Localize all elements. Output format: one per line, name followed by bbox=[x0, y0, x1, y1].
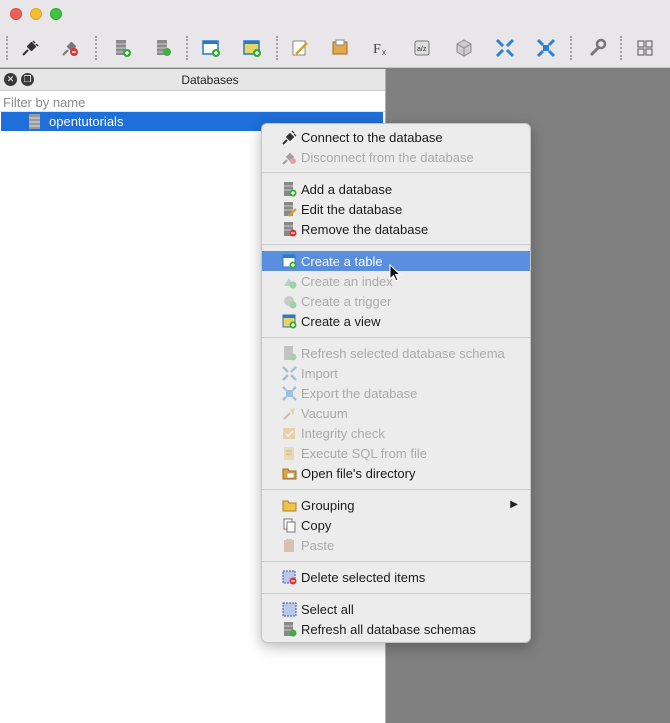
maximize-window-button[interactable] bbox=[50, 8, 62, 20]
menu-item-open-directory[interactable]: Open file's directory bbox=[262, 463, 530, 483]
close-window-button[interactable] bbox=[10, 8, 22, 20]
refresh-all-schemas-icon bbox=[284, 622, 297, 637]
menu-item-delete-selected[interactable]: Delete selected items bbox=[262, 567, 530, 587]
menu-item-add-database[interactable]: Add a database bbox=[262, 179, 530, 199]
edit-icon[interactable] bbox=[290, 38, 310, 58]
paste-icon bbox=[284, 539, 294, 552]
import-icon bbox=[282, 366, 297, 381]
mouse-cursor-icon bbox=[389, 264, 401, 282]
svg-text:a/z: a/z bbox=[417, 46, 427, 53]
filter-input[interactable]: Filter by name bbox=[0, 92, 385, 112]
add-view-icon[interactable] bbox=[242, 38, 262, 58]
collation-icon[interactable]: a/z bbox=[412, 38, 432, 58]
toolbar-separator bbox=[186, 36, 188, 60]
menu-item-integrity-check[interactable]: Integrity check bbox=[262, 423, 530, 443]
menu-item-create-trigger[interactable]: Create a trigger bbox=[262, 291, 530, 311]
import-arrows-icon[interactable] bbox=[495, 38, 515, 58]
copy-icon bbox=[283, 518, 296, 533]
menu-item-select-all[interactable]: Select all bbox=[262, 599, 530, 619]
menu-item-remove-database[interactable]: Remove the database bbox=[262, 219, 530, 239]
toolbar-separator bbox=[570, 36, 572, 60]
database-icon bbox=[29, 114, 40, 129]
menu-item-edit-database[interactable]: Edit the database bbox=[262, 199, 530, 219]
menu-item-vacuum[interactable]: Vacuum bbox=[262, 403, 530, 423]
menu-item-import[interactable]: Import bbox=[262, 363, 530, 383]
export-icon[interactable] bbox=[330, 38, 350, 58]
menu-item-refresh-schema[interactable]: Refresh selected database schema bbox=[262, 343, 530, 363]
create-view-icon bbox=[282, 314, 297, 329]
extension-cube-icon[interactable] bbox=[454, 38, 474, 58]
minimize-window-button[interactable] bbox=[30, 8, 42, 20]
delete-selection-icon bbox=[282, 570, 297, 585]
toolbar-separator bbox=[6, 36, 8, 60]
create-index-icon bbox=[284, 278, 297, 289]
export-icon bbox=[282, 386, 297, 401]
toolbar-separator bbox=[276, 36, 278, 60]
menu-item-connect[interactable]: Connect to the database bbox=[262, 127, 530, 147]
toolbar-separator bbox=[95, 36, 97, 60]
execute-sql-icon bbox=[284, 447, 294, 460]
menu-separator bbox=[262, 561, 530, 562]
context-menu: Connect to the database Disconnect from … bbox=[261, 123, 531, 643]
plug-icon bbox=[282, 130, 297, 145]
menu-item-export[interactable]: Export the database bbox=[262, 383, 530, 403]
toolbar-separator bbox=[620, 36, 622, 60]
unplug-icon bbox=[282, 152, 296, 165]
app-window: Fx a/z ✕ ❐ Databases Filter by name open… bbox=[0, 0, 670, 723]
menu-separator bbox=[262, 593, 530, 594]
menu-separator bbox=[262, 172, 530, 173]
menu-item-grouping[interactable]: Grouping ▶ bbox=[262, 495, 530, 515]
database-name: opentutorials bbox=[49, 114, 124, 129]
menu-separator bbox=[262, 244, 530, 245]
wrench-icon[interactable] bbox=[587, 38, 607, 58]
menu-item-refresh-all[interactable]: Refresh all database schemas bbox=[262, 619, 530, 639]
folder-open-icon bbox=[282, 468, 297, 480]
vacuum-broom-icon bbox=[283, 408, 295, 420]
disconnect-plug-icon[interactable] bbox=[60, 38, 80, 58]
toolbar: Fx a/z bbox=[0, 28, 670, 68]
folder-icon bbox=[282, 500, 297, 512]
menu-item-create-view[interactable]: Create a view bbox=[262, 311, 530, 331]
create-table-icon bbox=[282, 254, 297, 269]
title-bar bbox=[0, 0, 670, 28]
menu-item-execute-sql[interactable]: Execute SQL from file bbox=[262, 443, 530, 463]
refresh-schema-icon bbox=[284, 346, 297, 361]
menu-item-paste[interactable]: Paste bbox=[262, 535, 530, 555]
edit-database-icon bbox=[284, 202, 297, 217]
panel-header: ✕ ❐ Databases bbox=[0, 69, 385, 91]
menu-separator bbox=[262, 489, 530, 490]
integrity-check-icon bbox=[283, 428, 295, 439]
menu-item-disconnect[interactable]: Disconnect from the database bbox=[262, 147, 530, 167]
refresh-database-icon[interactable] bbox=[153, 38, 173, 58]
export-arrows-icon[interactable] bbox=[536, 38, 556, 58]
create-trigger-icon bbox=[284, 296, 297, 309]
svg-text:F: F bbox=[373, 42, 381, 57]
menu-item-copy[interactable]: Copy bbox=[262, 515, 530, 535]
menu-separator bbox=[262, 337, 530, 338]
select-all-icon bbox=[282, 602, 297, 617]
panel-title: Databases bbox=[181, 73, 239, 87]
grid-view-icon[interactable] bbox=[635, 38, 655, 58]
connect-plug-icon[interactable] bbox=[20, 38, 40, 58]
add-database-icon bbox=[284, 182, 297, 197]
add-database-icon[interactable] bbox=[112, 38, 132, 58]
function-icon[interactable]: Fx bbox=[371, 38, 391, 58]
remove-database-icon bbox=[284, 222, 297, 237]
svg-text:x: x bbox=[382, 48, 386, 57]
add-table-icon[interactable] bbox=[201, 38, 221, 58]
submenu-arrow-icon: ▶ bbox=[510, 499, 518, 510]
